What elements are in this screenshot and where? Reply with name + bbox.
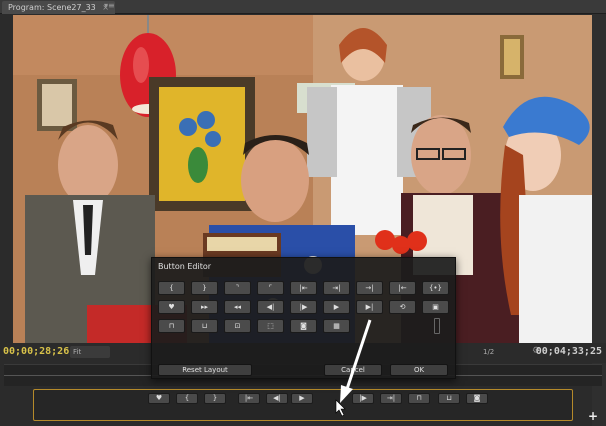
button-lift[interactable]: ⊓: [158, 319, 185, 333]
button-go-to-next-edit[interactable]: →|: [356, 281, 383, 295]
playback-resolution-select[interactable]: 1/2: [483, 346, 513, 358]
button-export-frame[interactable]: ⬚: [257, 319, 284, 333]
button-clear-in-out[interactable]: {•}: [422, 281, 449, 295]
button-multi-camera[interactable]: ▦: [323, 319, 350, 333]
reset-layout-button[interactable]: Reset Layout: [158, 364, 252, 376]
button-mark-clip-out[interactable]: ⌜: [257, 281, 284, 295]
dialog-title: Button Editor: [158, 262, 212, 271]
cancel-button[interactable]: Cancel: [324, 364, 382, 376]
button-go-to-prev-edit[interactable]: |←: [389, 281, 416, 295]
button-step-back[interactable]: ◀|: [257, 300, 284, 314]
transport-export-frame-button[interactable]: ◙: [466, 393, 488, 404]
transport-go-to-out-button[interactable]: ⇥|: [380, 393, 402, 404]
button-shuttle-right[interactable]: ▸▸: [191, 300, 218, 314]
panel-menu-icon[interactable]: ▾≡: [104, 1, 115, 10]
zoom-level-select[interactable]: Fit: [70, 346, 110, 358]
playhead-timecode[interactable]: 00;00;28;26: [3, 346, 69, 357]
duration-timecode: 00;04;33;25: [535, 346, 602, 357]
button-mark-clip-in[interactable]: ⌝: [224, 281, 251, 295]
button-camera[interactable]: ◙: [290, 319, 317, 333]
transport-step-forward-button[interactable]: |▶: [352, 393, 374, 404]
transport-step-back-button[interactable]: ◀|: [266, 393, 288, 404]
transport-add-marker-button[interactable]: ♥: [148, 393, 170, 404]
transport-controls: ♥ {} |⇤ ◀| ▶ |▶ ⇥| ⊓ ⊔ ◙: [33, 389, 573, 421]
button-safe-margins[interactable]: ▣: [422, 300, 449, 314]
button-play-in-to-out[interactable]: ▶|: [356, 300, 383, 314]
button-shuttle-left[interactable]: ◂◂: [224, 300, 251, 314]
button-loop[interactable]: ⟲: [389, 300, 416, 314]
spacer-slot[interactable]: [434, 318, 440, 334]
tab-label: Program: Scene27_33: [8, 3, 96, 12]
button-mark-out[interactable]: }: [191, 281, 218, 295]
transport-play-button[interactable]: ▶: [291, 393, 313, 404]
button-go-to-out[interactable]: ⇥|: [323, 281, 350, 295]
program-monitor-window: Program: Scene27_33 × ▾≡ 00;00;28;26 Fit…: [0, 0, 606, 426]
panel-tab-bar: Program: Scene27_33 × ▾≡: [0, 0, 606, 14]
transport-mark-out-button[interactable]: }: [204, 393, 226, 404]
button-go-to-in[interactable]: |⇤: [290, 281, 317, 295]
transport-lift-button[interactable]: ⊓: [408, 393, 430, 404]
button-overwrite[interactable]: ⊡: [224, 319, 251, 333]
button-editor-dialog: Button Editor {} ⌝ ⌜ |⇤ ⇥| →| |← {•} ♥ ▸▸ ◂◂ ◀| |▶ ▶ ▶…: [151, 257, 456, 379]
button-play[interactable]: ▶: [323, 300, 350, 314]
transport-go-to-in-button[interactable]: |⇤: [238, 393, 260, 404]
button-step-forward[interactable]: |▶: [290, 300, 317, 314]
ok-button[interactable]: OK: [390, 364, 448, 376]
button-mark-in[interactable]: {: [158, 281, 185, 295]
transport-mark-in-button[interactable]: {: [176, 393, 198, 404]
button-add-marker[interactable]: ♥: [158, 300, 185, 314]
transport-extract-button[interactable]: ⊔: [438, 393, 460, 404]
button-extract[interactable]: ⊔: [191, 319, 218, 333]
tab-program-monitor[interactable]: Program: Scene27_33 ×: [2, 1, 115, 14]
add-button-icon[interactable]: +: [588, 409, 598, 423]
